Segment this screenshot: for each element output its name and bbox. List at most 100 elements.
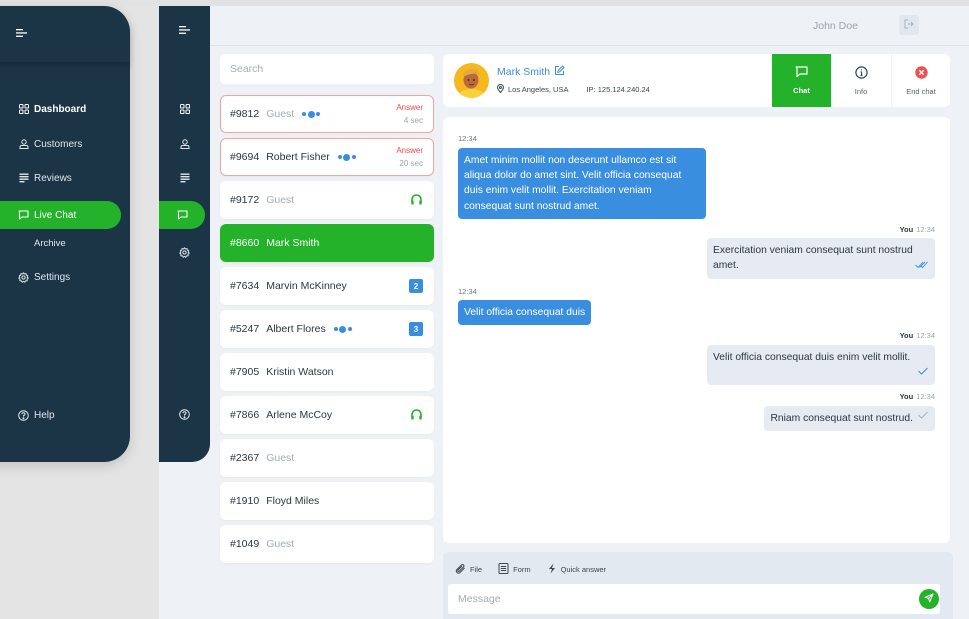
chat-list-item[interactable]: #1910 Floyd Miles — [220, 482, 434, 520]
help-icon — [18, 409, 29, 421]
contact-location: Los Angeles, USA — [508, 85, 569, 94]
chat-tab-label: Chat — [793, 86, 810, 95]
chat-id: #7905 — [230, 366, 260, 378]
sidebar-item-live-chat[interactable]: Live Chat — [0, 201, 121, 229]
logout-button[interactable] — [899, 15, 919, 35]
chat-list-item[interactable]: #7634 Marvin McKinney 2 — [220, 267, 434, 305]
chat-search-input[interactable] — [220, 54, 434, 84]
chat-name: Floyd Miles — [266, 495, 320, 507]
chat-id: #9812 — [230, 108, 260, 120]
close-circle-icon — [914, 65, 928, 81]
message-outgoing: Velit officia consequat duis enim velit … — [707, 345, 935, 385]
info-tab-button[interactable]: Info — [831, 54, 890, 107]
quick-answer-button[interactable]: Quick answer — [547, 563, 606, 576]
sidebar-item-help[interactable]: Help — [0, 401, 121, 429]
rail-item-reviews[interactable] — [159, 164, 210, 192]
sidebar-item-label: Reviews — [34, 172, 72, 184]
attach-file-button[interactable]: File — [455, 563, 482, 576]
send-icon — [924, 590, 934, 608]
chat-id: #7634 — [230, 280, 260, 292]
avatar — [454, 63, 489, 98]
edit-icon[interactable] — [554, 65, 565, 79]
answer-label: Answer — [396, 103, 423, 112]
chat-list-item[interactable]: #1049 Guest — [220, 525, 434, 563]
sidebar-item-label: Live Chat — [34, 209, 77, 221]
sidebar-item-label: Customers — [34, 138, 83, 150]
answer-wait: Answer 20 sec — [396, 144, 423, 170]
answer-wait: Answer 4 sec — [396, 101, 423, 127]
rail-item-live-chat[interactable] — [159, 201, 205, 229]
chat-name: Albert Flores — [266, 323, 326, 335]
chat-id: #9172 — [230, 194, 260, 206]
headset-icon — [410, 193, 423, 209]
sidebar-item-customers[interactable]: Customers — [0, 130, 121, 158]
message-incoming: Velit officia consequat duis — [458, 300, 592, 326]
help-icon — [179, 408, 190, 420]
sidebar-item-label: Help — [34, 409, 55, 421]
chat-list-item[interactable]: #9172 Guest — [220, 181, 434, 219]
form-button[interactable]: Form — [498, 563, 531, 576]
message-text: Velit officia consequat duis enim velit … — [713, 352, 911, 363]
chat-id: #1910 — [230, 495, 260, 507]
form-icon — [498, 563, 513, 576]
menu-toggle-icon — [178, 25, 191, 35]
chat-list-item[interactable]: #5247 Albert Flores 3 — [220, 310, 434, 348]
chat-name: Kristin Watson — [266, 366, 334, 378]
wait-time: 4 sec — [403, 116, 423, 125]
sidebar-item-dashboard[interactable]: Dashboard — [0, 95, 121, 123]
end-chat-button[interactable]: End chat — [891, 54, 950, 107]
message-outgoing: Rniam consequat sunt nostrud. — [764, 406, 935, 432]
chat-list-item[interactable]: #9694 Robert Fisher Answer 20 sec — [220, 138, 434, 176]
chat-tab-button[interactable]: Chat — [772, 54, 831, 107]
rail-item-help[interactable] — [159, 400, 210, 428]
quick-answer-label: Quick answer — [560, 565, 607, 574]
contact-name-text: Mark Smith — [497, 66, 551, 78]
paperclip-icon — [455, 563, 470, 576]
message-sender: You — [899, 392, 914, 401]
check-icon — [918, 365, 928, 380]
unread-badge: 2 — [409, 279, 423, 293]
file-label: File — [470, 565, 483, 574]
rail-item-customers[interactable] — [159, 130, 210, 158]
rail-menu-toggle[interactable] — [159, 16, 210, 44]
chat-list-item[interactable]: #7866 Arlene McCoy — [220, 396, 434, 434]
message-meta: You 12:34 — [900, 392, 935, 401]
gear-icon — [18, 271, 29, 283]
menu-toggle-icon[interactable] — [16, 25, 28, 43]
message-time: 12:34 — [916, 225, 935, 234]
chat-list-item-selected[interactable]: #8660 Mark Smith — [220, 224, 434, 262]
message-outgoing: Exercitation veniam consequat sunt nostr… — [707, 238, 935, 279]
chat-list-item[interactable]: #7905 Kristin Watson — [220, 353, 434, 391]
chat-name: Guest — [266, 194, 295, 206]
sidebar-item-reviews[interactable]: Reviews — [0, 164, 121, 192]
top-bar: John Doe — [210, 6, 969, 46]
typing-indicator-icon — [302, 110, 321, 118]
chat-name: Guest — [266, 452, 295, 464]
chat-id: #9694 — [230, 151, 260, 163]
chat-list-item[interactable]: #2367 Guest — [220, 439, 434, 477]
message-input[interactable] — [448, 584, 940, 614]
user-name[interactable]: John Doe — [813, 20, 858, 32]
logout-icon — [904, 16, 914, 34]
chat-list-item[interactable]: #9812 Guest Answer 4 sec — [220, 95, 434, 133]
message-sender: You — [899, 331, 914, 340]
reviews-icon — [180, 173, 190, 183]
chat-name: Mark Smith — [266, 237, 320, 249]
contact-ip: IP: 125.124.240.24 — [586, 85, 650, 94]
sidebar-subitem-archive[interactable]: Archive — [34, 238, 66, 249]
message-sender: You — [899, 225, 914, 234]
chat-header: Mark Smith Los Angeles, USA IP: 125.124.… — [443, 54, 950, 107]
info-tab-label: Info — [854, 86, 868, 96]
chat-id: #1049 — [230, 538, 260, 550]
rail-item-settings[interactable] — [159, 238, 210, 266]
rail-item-dashboard[interactable] — [159, 95, 210, 123]
sidebar-item-settings[interactable]: Settings — [0, 263, 121, 291]
chat-name: Marvin McKinney — [266, 280, 347, 292]
contact-name[interactable]: Mark Smith — [497, 65, 565, 79]
message-thread: 12:34 Amet minim mollit non deserunt ull… — [443, 117, 950, 543]
send-button[interactable] — [919, 589, 939, 609]
user-icon — [180, 139, 190, 149]
message-composer: File Form Quick answer — [443, 552, 953, 619]
message-meta: You 12:34 — [900, 331, 935, 340]
sidebar-expanded: Dashboard Customers Reviews Live Chat Ar… — [0, 6, 130, 462]
